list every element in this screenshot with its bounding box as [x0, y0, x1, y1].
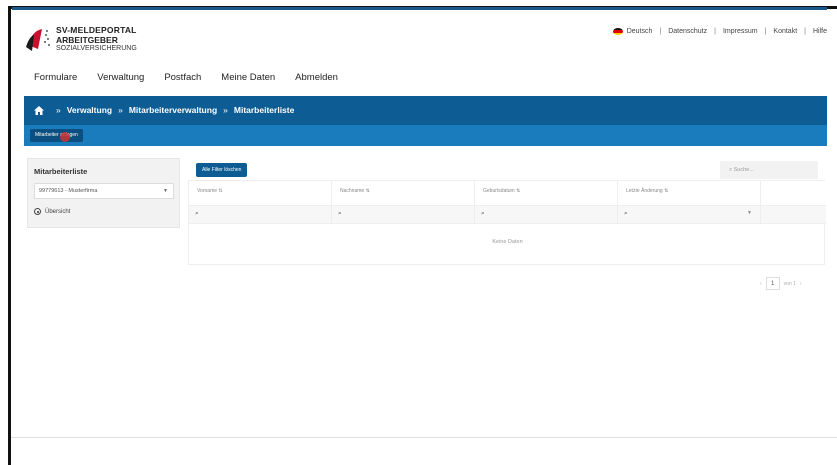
window-frame-left — [8, 6, 11, 465]
search-icon: ⌕ — [624, 210, 628, 217]
logo-subtitle: ARBEITGEBER — [56, 35, 118, 45]
search-input[interactable]: ⌕ Suche... — [720, 161, 818, 179]
separator: | — [714, 28, 716, 35]
sidebar-item-label: Übersicht — [45, 208, 71, 215]
chevron-down-icon[interactable]: ▼ — [747, 210, 752, 216]
column-header-geburtsdatum[interactable]: Geburtsdatum ⇅ — [475, 181, 618, 205]
employee-table: Vorname ⇅ Nachname ⇅ Geburtsdatum ⇅ Letz… — [188, 180, 826, 265]
breadcrumb-mitarbeiterliste: Mitarbeiterliste — [233, 105, 295, 115]
sort-icon[interactable]: ⇅ — [516, 188, 520, 194]
sidebar-item-overview[interactable]: Übersicht — [34, 208, 70, 215]
nav-item-formulare[interactable]: Formulare — [34, 72, 77, 83]
breadcrumb-mitarbeiterverwaltung[interactable]: Mitarbeiterverwaltung — [129, 105, 217, 115]
add-employee-button[interactable]: Mitarbeiter anlegen — [30, 129, 83, 142]
breadcrumb-separator: » — [56, 105, 61, 115]
sort-icon[interactable]: ⇅ — [218, 188, 222, 194]
breadcrumb-verwaltung[interactable]: Verwaltung — [67, 105, 112, 115]
column-header-vorname[interactable]: Vorname ⇅ — [189, 181, 332, 205]
filter-row: ⌕ ⌕ ⌕ ⌕ ▼ — [189, 206, 826, 224]
logo-tagline: SOZIALVERSICHERUNG — [56, 45, 137, 52]
empty-message: Keine Daten — [492, 239, 523, 245]
filter-vorname[interactable]: ⌕ — [189, 206, 332, 223]
breadcrumb-separator: » — [118, 105, 123, 115]
top-accent-bar — [12, 7, 827, 10]
chevron-right-icon[interactable]: › — [800, 281, 802, 287]
chevron-down-icon: ▼ — [163, 188, 168, 194]
logo[interactable]: SV-MELDEPORTAL ARBEITGEBER SOZIALVERSICH… — [24, 25, 164, 55]
privacy-link[interactable]: Datenschutz — [668, 28, 707, 35]
header-bar: » Verwaltung » Mitarbeiterverwaltung » M… — [24, 96, 827, 146]
pagination: ‹ 1 von 1 › — [760, 277, 802, 290]
search-icon: ⌕ — [195, 210, 199, 217]
mouse-cursor-indicator — [60, 132, 70, 142]
search-placeholder: Suche... — [733, 167, 754, 173]
nav-item-abmelden[interactable]: Abmelden — [295, 72, 338, 83]
sidebar: Mitarbeiterliste 99779613 - Musterfirma … — [27, 158, 180, 228]
sidebar-title: Mitarbeiterliste — [34, 167, 88, 176]
page-count: von 1 — [783, 280, 796, 287]
logo-icon — [26, 29, 50, 51]
german-flag-icon — [612, 28, 623, 35]
column-header-letzte-aenderung[interactable]: Letzte Änderung ⇅ — [618, 181, 761, 205]
sort-icon[interactable]: ⇅ — [664, 188, 668, 194]
language-link[interactable]: Deutsch — [627, 28, 653, 35]
nav-item-postfach[interactable]: Postfach — [164, 72, 201, 83]
imprint-link[interactable]: Impressum — [723, 28, 758, 35]
search-icon: ⌕ — [481, 210, 485, 217]
sort-icon[interactable]: ⇅ — [366, 188, 370, 194]
column-header-nachname[interactable]: Nachname ⇅ — [332, 181, 475, 205]
table-header: Vorname ⇅ Nachname ⇅ Geburtsdatum ⇅ Letz… — [189, 181, 826, 206]
breadcrumb: » Verwaltung » Mitarbeiterverwaltung » M… — [34, 105, 294, 115]
filter-geburtsdatum[interactable]: ⌕ — [475, 206, 618, 223]
search-icon: ⌕ — [338, 210, 342, 217]
action-bar: Mitarbeiter anlegen — [24, 125, 827, 146]
filter-empty — [761, 206, 826, 223]
nav-item-meine-daten[interactable]: Meine Daten — [221, 72, 275, 83]
filter-nachname[interactable]: ⌕ — [332, 206, 475, 223]
search-icon: ⌕ — [729, 167, 733, 173]
contact-link[interactable]: Kontakt — [773, 28, 797, 35]
separator: | — [659, 28, 662, 35]
chevron-left-icon[interactable]: ‹ — [760, 281, 762, 287]
help-link[interactable]: Hilfe — [813, 28, 827, 35]
logo-title: SV-MELDEPORTAL — [56, 25, 137, 35]
nav-item-verwaltung[interactable]: Verwaltung — [97, 72, 144, 83]
main-nav: Formulare Verwaltung Postfach Meine Date… — [34, 72, 358, 83]
top-links: Deutsch | Datenschutz | Impressum | Kont… — [612, 28, 827, 35]
breadcrumb-separator: » — [223, 105, 228, 115]
page-number-input[interactable]: 1 — [765, 277, 780, 290]
filter-letzte-aenderung[interactable]: ⌕ ▼ — [618, 206, 761, 223]
column-header-empty — [761, 181, 826, 205]
company-select-value: 99779613 - Musterfirma — [39, 188, 98, 194]
page-footer-area — [11, 437, 837, 465]
company-select[interactable]: 99779613 - Musterfirma ▼ — [34, 183, 174, 199]
separator: | — [764, 28, 767, 35]
home-icon[interactable] — [34, 105, 44, 115]
radio-icon[interactable] — [34, 208, 41, 215]
separator: | — [804, 28, 806, 35]
clear-filters-button[interactable]: Alle Filter löschen — [196, 163, 248, 177]
